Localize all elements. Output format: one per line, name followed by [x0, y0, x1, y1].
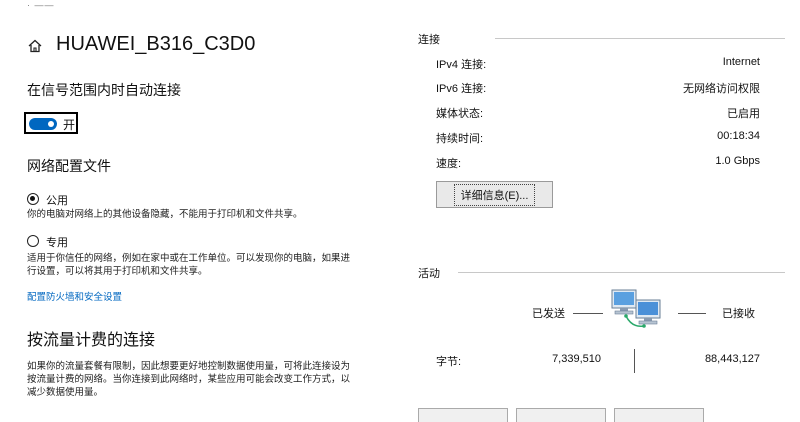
connection-divider — [495, 38, 785, 39]
toggle-switch[interactable] — [29, 118, 57, 130]
toggle-knob — [48, 121, 54, 127]
public-radio-label[interactable]: 公用 — [46, 192, 68, 208]
network-computers-icon — [611, 289, 661, 328]
received-connector-line — [678, 313, 706, 314]
bytes-received-value: 88,443,127 — [704, 353, 760, 365]
speed-value: 1.0 Gbps — [715, 155, 760, 167]
private-radio-label[interactable]: 专用 — [46, 234, 68, 250]
auto-connect-toggle[interactable]: 开 — [24, 112, 78, 134]
ipv4-label: IPv4 连接: — [436, 59, 487, 71]
bytes-label: 字节: — [436, 356, 462, 368]
network-name-title: HUAWEI_B316_C3D0 — [56, 33, 256, 55]
connection-status-panel: 连接 IPv4 连接: Internet IPv6 连接: 无网络访问权限 媒体… — [400, 0, 800, 422]
disable-button-partial[interactable] — [516, 408, 606, 422]
ipv4-value: Internet — [722, 56, 760, 68]
toggle-state-label: 开 — [63, 118, 76, 132]
auto-connect-label: 在信号范围内时自动连接 — [27, 82, 181, 98]
top-fragment: · —— — [27, 0, 55, 10]
sent-connector-line — [573, 313, 603, 314]
public-radio[interactable] — [27, 193, 39, 205]
bytes-sent-value: 7,339,510 — [552, 353, 601, 365]
details-button-label: 详细信息(E)... — [453, 183, 536, 206]
network-profile-heading: 网络配置文件 — [27, 158, 111, 174]
public-description: 你的电脑对网络上的其他设备隐藏，不能用于打印机和文件共享。 — [27, 209, 303, 220]
private-radio[interactable] — [27, 235, 39, 247]
activity-section-heading: 活动 — [418, 268, 440, 280]
diagnose-button-partial[interactable] — [614, 408, 704, 422]
received-label: 已接收 — [722, 308, 755, 320]
sent-label: 已发送 — [532, 308, 565, 320]
connection-section-heading: 连接 — [418, 34, 440, 46]
properties-button-partial[interactable] — [418, 408, 508, 422]
ipv6-value: 无网络访问权限 — [683, 83, 760, 95]
duration-value: 00:18:34 — [717, 130, 760, 142]
ipv6-label: IPv6 连接: — [436, 83, 487, 95]
activity-divider — [458, 272, 785, 273]
metered-description: 如果你的流量套餐有限制，因此想要更好地控制数据使用量，可将此连接设为按流量计费的… — [27, 361, 351, 398]
home-icon — [28, 39, 42, 53]
speed-label: 速度: — [436, 158, 462, 170]
metered-connection-heading: 按流量计费的连接 — [27, 332, 156, 349]
network-settings-panel: · —— HUAWEI_B316_C3D0 在信号范围内时自动连接 开 网络配置… — [0, 0, 400, 421]
private-description: 适用于你信任的网络，例如在家中或在工作单位。可以发现你的电脑，如果进行设置，可以… — [27, 253, 351, 277]
bytes-separator — [634, 349, 635, 373]
details-button[interactable]: 详细信息(E)... — [436, 181, 553, 208]
duration-label: 持续时间: — [436, 133, 484, 145]
media-state-label: 媒体状态: — [436, 108, 484, 120]
media-state-value: 已启用 — [727, 108, 760, 120]
firewall-settings-link[interactable]: 配置防火墙和安全设置 — [27, 289, 122, 303]
